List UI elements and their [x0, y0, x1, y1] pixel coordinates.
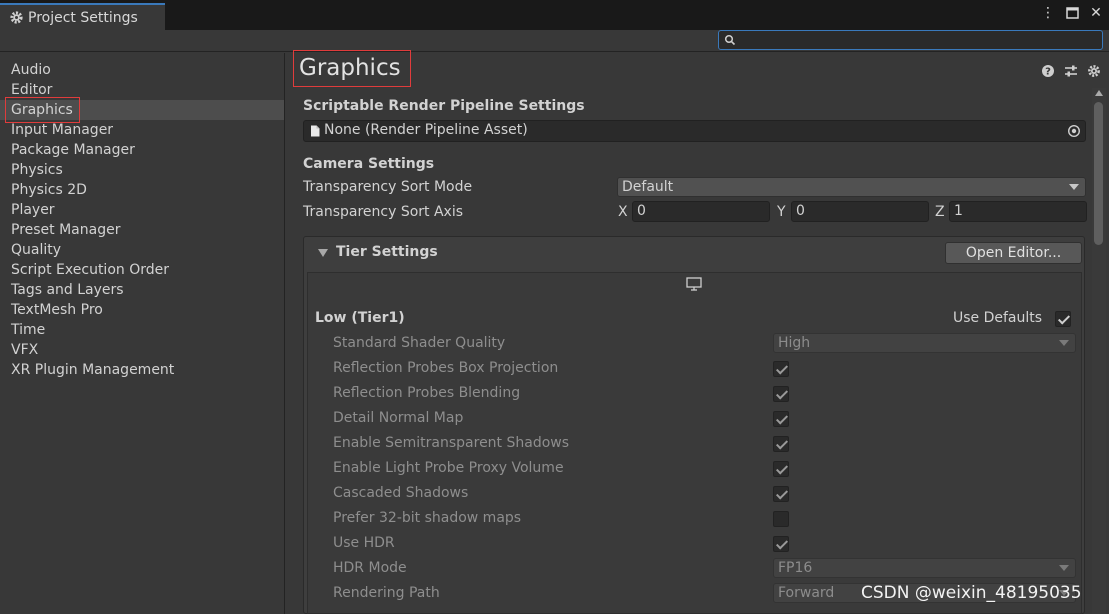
- sidebar-item-package-manager[interactable]: Package Manager: [0, 140, 284, 160]
- object-picker-icon[interactable]: [1067, 124, 1081, 138]
- sidebar-item-time[interactable]: Time: [0, 320, 284, 340]
- prefer-32bit-shadow-maps-label: Prefer 32-bit shadow maps: [333, 510, 522, 526]
- transparency-sort-mode-value: Default: [622, 179, 674, 195]
- sidebar-item-player[interactable]: Player: [0, 200, 284, 220]
- rendering-path-label: Rendering Path: [333, 585, 440, 601]
- semitransparent-shadows-checkbox[interactable]: [773, 436, 789, 452]
- hdr-mode-dropdown[interactable]: FP16: [773, 558, 1076, 578]
- help-icon[interactable]: ?: [1041, 64, 1055, 78]
- use-defaults-checkbox[interactable]: [1055, 311, 1071, 327]
- transparency-sort-mode-dropdown[interactable]: Default: [617, 177, 1086, 197]
- scrollbar-thumb[interactable]: [1094, 102, 1103, 245]
- reflection-probes-blending-label: Reflection Probes Blending: [333, 385, 521, 401]
- rendering-path-value: Forward: [778, 585, 835, 601]
- chevron-down-icon: [1059, 340, 1069, 346]
- graphics-settings-panel: Graphics ? Scriptable Render Pipeline Se…: [286, 50, 1109, 614]
- chevron-down-icon: [1069, 184, 1079, 190]
- scroll-up-arrow-icon[interactable]: [1095, 90, 1103, 96]
- standard-shader-quality-dropdown[interactable]: High: [773, 333, 1076, 353]
- standard-shader-quality-label: Standard Shader Quality: [333, 335, 506, 351]
- light-probe-proxy-volume-checkbox[interactable]: [773, 461, 789, 477]
- reflection-probes-box-projection-label: Reflection Probes Box Projection: [333, 360, 559, 376]
- transparency-sort-axis-label: Transparency Sort Axis: [303, 204, 464, 220]
- sidebar-item-tags-and-layers[interactable]: Tags and Layers: [0, 280, 284, 300]
- tab-title: Project Settings: [28, 9, 138, 26]
- sidebar-item-audio[interactable]: Audio: [0, 60, 284, 80]
- sidebar-item-graphics[interactable]: Graphics: [0, 100, 284, 120]
- gear-icon: [10, 11, 23, 24]
- close-icon[interactable]: ✕: [1089, 5, 1103, 21]
- sidebar-item-vfx[interactable]: VFX: [0, 340, 284, 360]
- page-title: Graphics: [299, 55, 401, 81]
- render-pipeline-asset-field[interactable]: None (Render Pipeline Asset): [303, 120, 1086, 142]
- file-icon: [311, 125, 320, 137]
- toolbar: [0, 30, 1109, 52]
- light-probe-proxy-volume-label: Enable Light Probe Proxy Volume: [333, 460, 564, 476]
- sidebar-item-physics-2d[interactable]: Physics 2D: [0, 180, 284, 200]
- axis-z-input[interactable]: 1: [949, 201, 1087, 222]
- settings-sidebar: Audio Editor Graphics Input Manager Pack…: [0, 53, 285, 614]
- prefer-32bit-shadow-maps-checkbox[interactable]: [773, 511, 789, 527]
- sidebar-item-quality[interactable]: Quality: [0, 240, 284, 260]
- use-hdr-label: Use HDR: [333, 535, 395, 551]
- foldout-triangle-icon[interactable]: [318, 249, 328, 257]
- open-editor-button[interactable]: Open Editor...: [945, 242, 1082, 264]
- sidebar-item-script-execution-order[interactable]: Script Execution Order: [0, 260, 284, 280]
- detail-normal-map-checkbox[interactable]: [773, 411, 789, 427]
- reflection-probes-box-projection-checkbox[interactable]: [773, 361, 789, 377]
- detail-normal-map-label: Detail Normal Map: [333, 410, 464, 426]
- semitransparent-shadows-label: Enable Semitransparent Shadows: [333, 435, 570, 451]
- sidebar-item-physics[interactable]: Physics: [0, 160, 284, 180]
- search-icon: [724, 34, 736, 46]
- hdr-mode-label: HDR Mode: [333, 560, 407, 576]
- cascaded-shadows-checkbox[interactable]: [773, 486, 789, 502]
- use-defaults-label: Use Defaults: [953, 310, 1043, 326]
- reflection-probes-blending-checkbox[interactable]: [773, 386, 789, 402]
- hdr-mode-value: FP16: [778, 560, 813, 576]
- watermark: CSDN @weixin_48195035: [861, 583, 1082, 603]
- transparency-sort-mode-label: Transparency Sort Mode: [303, 179, 473, 195]
- sidebar-item-input-manager[interactable]: Input Manager: [0, 120, 284, 140]
- axis-x-label: X: [618, 204, 628, 220]
- use-hdr-checkbox[interactable]: [773, 536, 789, 552]
- axis-x-input[interactable]: 0: [632, 201, 770, 222]
- svg-text:?: ?: [1045, 67, 1051, 78]
- title-bar: Project Settings ⋮ ✕: [0, 0, 1109, 30]
- tier-settings-heading[interactable]: Tier Settings: [336, 244, 438, 260]
- monitor-icon[interactable]: [686, 277, 702, 291]
- project-settings-tab[interactable]: Project Settings: [0, 3, 165, 30]
- axis-y-input[interactable]: 0: [791, 201, 929, 222]
- camera-settings-heading: Camera Settings: [303, 156, 435, 172]
- standard-shader-quality-value: High: [778, 335, 811, 351]
- preset-sliders-icon[interactable]: [1064, 64, 1078, 78]
- sidebar-item-preset-manager[interactable]: Preset Manager: [0, 220, 284, 240]
- chevron-down-icon: [1059, 565, 1069, 571]
- more-options-icon[interactable]: ⋮: [1041, 5, 1055, 21]
- search-input[interactable]: [718, 30, 1103, 50]
- sidebar-item-textmesh-pro[interactable]: TextMesh Pro: [0, 300, 284, 320]
- axis-y-label: Y: [777, 204, 786, 220]
- axis-z-label: Z: [935, 204, 945, 220]
- maximize-icon[interactable]: [1065, 5, 1079, 21]
- sidebar-item-xr-plugin-management[interactable]: XR Plugin Management: [0, 360, 284, 380]
- vertical-scrollbar[interactable]: [1092, 88, 1106, 614]
- tier-name: Low (Tier1): [315, 310, 405, 326]
- render-pipeline-asset-value: None (Render Pipeline Asset): [324, 122, 528, 138]
- srp-heading: Scriptable Render Pipeline Settings: [303, 98, 585, 114]
- sidebar-item-editor[interactable]: Editor: [0, 80, 284, 100]
- settings-gear-icon[interactable]: [1087, 64, 1101, 78]
- cascaded-shadows-label: Cascaded Shadows: [333, 485, 469, 501]
